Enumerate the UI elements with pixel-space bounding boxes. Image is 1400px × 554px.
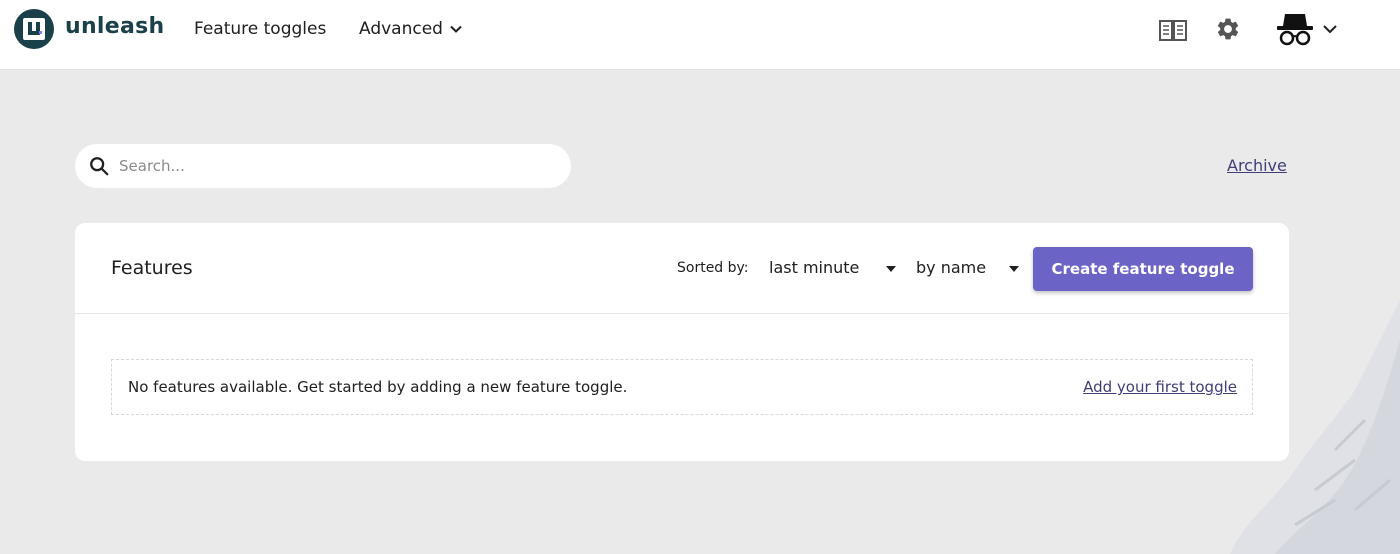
page-title: Features: [111, 257, 193, 279]
incognito-avatar-icon[interactable]: [1275, 10, 1315, 48]
sorted-by-label: Sorted by:: [677, 260, 749, 276]
sort-order-value: last minute: [769, 258, 860, 277]
search-bar: [75, 144, 571, 188]
chevron-down-icon: [450, 25, 462, 33]
brand-name[interactable]: unleash: [65, 14, 165, 39]
create-feature-toggle-button[interactable]: Create feature toggle: [1033, 247, 1253, 291]
docs-book-icon[interactable]: [1158, 17, 1188, 43]
caret-down-icon: [1009, 266, 1019, 272]
sort-field-select[interactable]: by name: [916, 258, 1020, 277]
search-icon: [90, 157, 109, 176]
search-input[interactable]: [119, 151, 549, 181]
top-app-bar: unleash Feature toggles Advanced: [0, 0, 1400, 70]
add-first-toggle-link[interactable]: Add your first toggle: [1083, 378, 1237, 396]
caret-down-icon: [886, 266, 896, 272]
archive-link[interactable]: Archive: [1227, 156, 1287, 175]
empty-state-message: No features available. Get started by ad…: [128, 378, 628, 396]
features-card: Features Sorted by: last minute by name …: [75, 223, 1289, 461]
chevron-down-icon[interactable]: [1321, 20, 1339, 38]
nav-advanced-label: Advanced: [359, 19, 443, 39]
settings-gear-icon[interactable]: [1215, 16, 1241, 42]
features-card-header: Features Sorted by: last minute by name …: [75, 223, 1289, 314]
sort-order-select[interactable]: last minute: [769, 258, 897, 277]
nav-advanced-menu[interactable]: Advanced: [359, 19, 463, 39]
empty-state: No features available. Get started by ad…: [111, 359, 1253, 415]
unleash-logo-icon[interactable]: [14, 9, 54, 49]
nav-feature-toggles[interactable]: Feature toggles: [194, 19, 326, 39]
sort-field-value: by name: [916, 258, 987, 277]
